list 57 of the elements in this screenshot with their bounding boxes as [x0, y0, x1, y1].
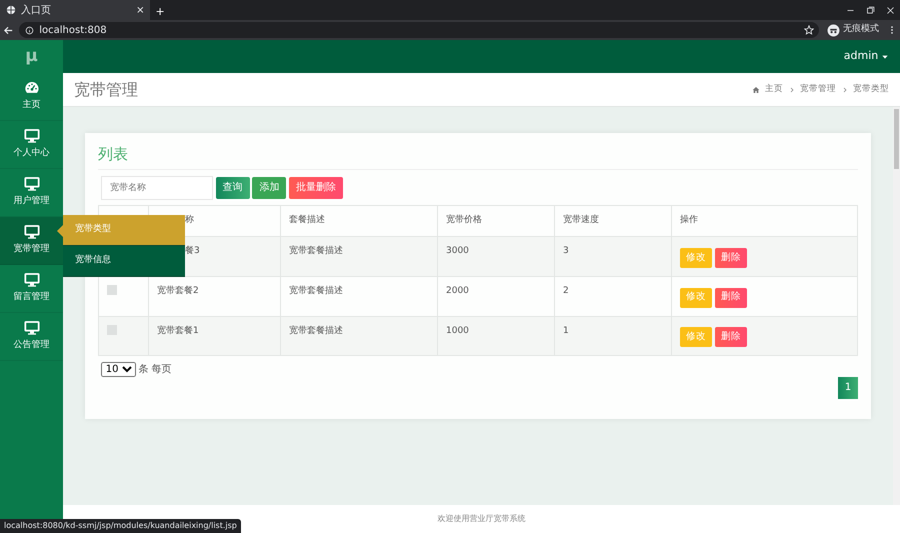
table-cell: 宽带套餐描述	[280, 236, 438, 276]
delete-button[interactable]: 删除	[714, 248, 747, 268]
caret-icon	[881, 52, 889, 60]
chevron-icon	[842, 86, 848, 92]
scrollbar[interactable]	[893, 107, 900, 505]
restore-icon	[866, 6, 874, 14]
checkbox[interactable]	[107, 284, 117, 295]
table-cell: 2000	[438, 276, 554, 316]
page-size-select[interactable]: 10	[100, 362, 136, 377]
add-button[interactable]: 添加	[252, 176, 286, 198]
tab-close-button[interactable]: ×	[136, 2, 144, 18]
card-title: 列表	[98, 145, 858, 170]
table-cell: 1	[554, 316, 672, 356]
star-icon	[804, 25, 814, 35]
globe-icon	[6, 5, 16, 15]
submenu-item[interactable]: 宽带信息	[63, 246, 185, 277]
monitor-icon	[24, 176, 40, 192]
search-button[interactable]: 查询	[216, 176, 250, 198]
home-icon	[752, 86, 760, 94]
user-menu[interactable]: admin	[844, 48, 878, 65]
delete-button[interactable]: 删除	[714, 327, 747, 348]
table-cell: 1000	[438, 316, 554, 356]
logo: μ	[25, 44, 38, 68]
breadcrumb-item[interactable]: 宽带管理	[800, 83, 836, 96]
tab-title: 入口页	[21, 4, 52, 18]
column-header: 操作	[672, 206, 858, 236]
column-header: 套餐描述	[280, 206, 438, 236]
table-cell: 2	[554, 276, 672, 316]
close-icon	[886, 6, 894, 14]
breadcrumb-item[interactable]: 主页	[765, 83, 783, 96]
delete-button[interactable]: 批量删除	[289, 176, 343, 198]
page-button[interactable]: 1	[838, 376, 858, 399]
monitor-icon	[24, 320, 40, 336]
sidebar-item[interactable]: 宽带管理	[0, 217, 63, 265]
table-cell: 3000	[438, 236, 554, 276]
incognito-label: 无痕模式	[843, 23, 879, 36]
browser-tab[interactable]: 入口页 ×	[0, 0, 150, 20]
monitor-icon	[24, 128, 40, 144]
status-url: localhost:8080/kd-ssmj/jsp/modules/kuandaileixing/list.jsp	[0, 519, 241, 533]
new-tab-button[interactable]: +	[150, 4, 170, 20]
page-size-label: 条 每页	[138, 362, 172, 377]
table-cell: 宽带套餐1	[148, 316, 280, 356]
table-cell: 宽带套餐描述	[280, 276, 438, 316]
incognito-icon	[827, 24, 840, 36]
table-cell: 3	[554, 236, 672, 276]
chevron-icon	[788, 86, 794, 92]
table-cell: 宽带套餐描述	[280, 316, 438, 356]
url-text: localhost:808	[39, 24, 108, 38]
search-field[interactable]: 宽带名称	[100, 176, 213, 200]
page-title: 宽带管理	[74, 80, 138, 100]
address-bar[interactable]: localhost:808	[19, 22, 819, 38]
monitor-icon	[24, 272, 40, 288]
breadcrumb-item: 宽带类型	[853, 83, 889, 96]
info-icon	[24, 26, 34, 34]
monitor-icon	[24, 224, 40, 240]
delete-button[interactable]: 删除	[714, 288, 747, 308]
back-icon	[2, 24, 14, 36]
